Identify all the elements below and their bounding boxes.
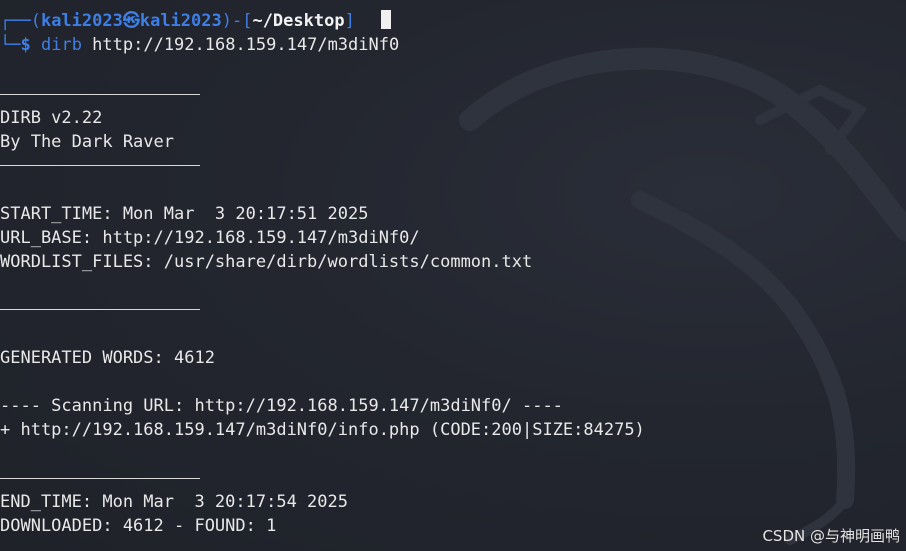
prompt-user: kali2023 <box>40 11 123 31</box>
start-time-line: START_TIME: Mon Mar 3 20:17:51 2025 <box>0 204 369 224</box>
prompt-dollar: $ <box>20 35 31 55</box>
prompt-header-line: ┌──(kali2023㉿kali2023)-[~/Desktop] <box>0 9 391 33</box>
found-entry-line: + http://192.168.159.147/m3diNf0/info.ph… <box>0 420 645 440</box>
command-line[interactable]: └─$ dirb http://192.168.159.147/m3diNf0 <box>0 33 399 57</box>
generated-words-line: GENERATED WORDS: 4612 <box>0 348 215 368</box>
prompt-paren-close: )-[ <box>221 11 253 31</box>
terminal-cursor <box>380 10 391 29</box>
banner-version: DIRB v2.22 <box>0 108 103 128</box>
csdn-watermark: CSDN @与神明画鸭 <box>762 527 900 545</box>
kali-dragon-logo <box>459 47 906 545</box>
prompt-bracket-close: ] <box>344 11 355 31</box>
banner-author: By The Dark Raver <box>0 132 174 152</box>
scanning-url-line: ---- Scanning URL: http://192.168.159.14… <box>0 396 563 416</box>
prompt-box-top: ┌──( <box>0 11 41 31</box>
end-time-line: END_TIME: Mon Mar 3 20:17:54 2025 <box>0 492 348 512</box>
separator-rule-2 <box>0 165 200 166</box>
kali-at-icon: ㉿ <box>122 11 140 31</box>
command-args: http://192.168.159.147/m3diNf0 <box>81 35 400 55</box>
separator-rule-1 <box>0 94 200 95</box>
terminal-window[interactable]: ┌──(kali2023㉿kali2023)-[~/Desktop] └─$ d… <box>0 0 906 551</box>
prompt-box-bottom: └─ <box>0 35 21 55</box>
command-name: dirb <box>40 35 82 55</box>
wordlist-line: WORDLIST_FILES: /usr/share/dirb/wordlist… <box>0 252 533 272</box>
downloaded-line: DOWNLOADED: 4612 - FOUND: 1 <box>0 516 277 536</box>
url-base-line: URL_BASE: http://192.168.159.147/m3diNf0… <box>0 228 420 248</box>
prompt-host: kali2023 <box>139 11 222 31</box>
prompt-cwd: ~/Desktop <box>252 11 345 31</box>
separator-rule-4 <box>0 478 200 479</box>
separator-rule-3 <box>0 309 200 310</box>
